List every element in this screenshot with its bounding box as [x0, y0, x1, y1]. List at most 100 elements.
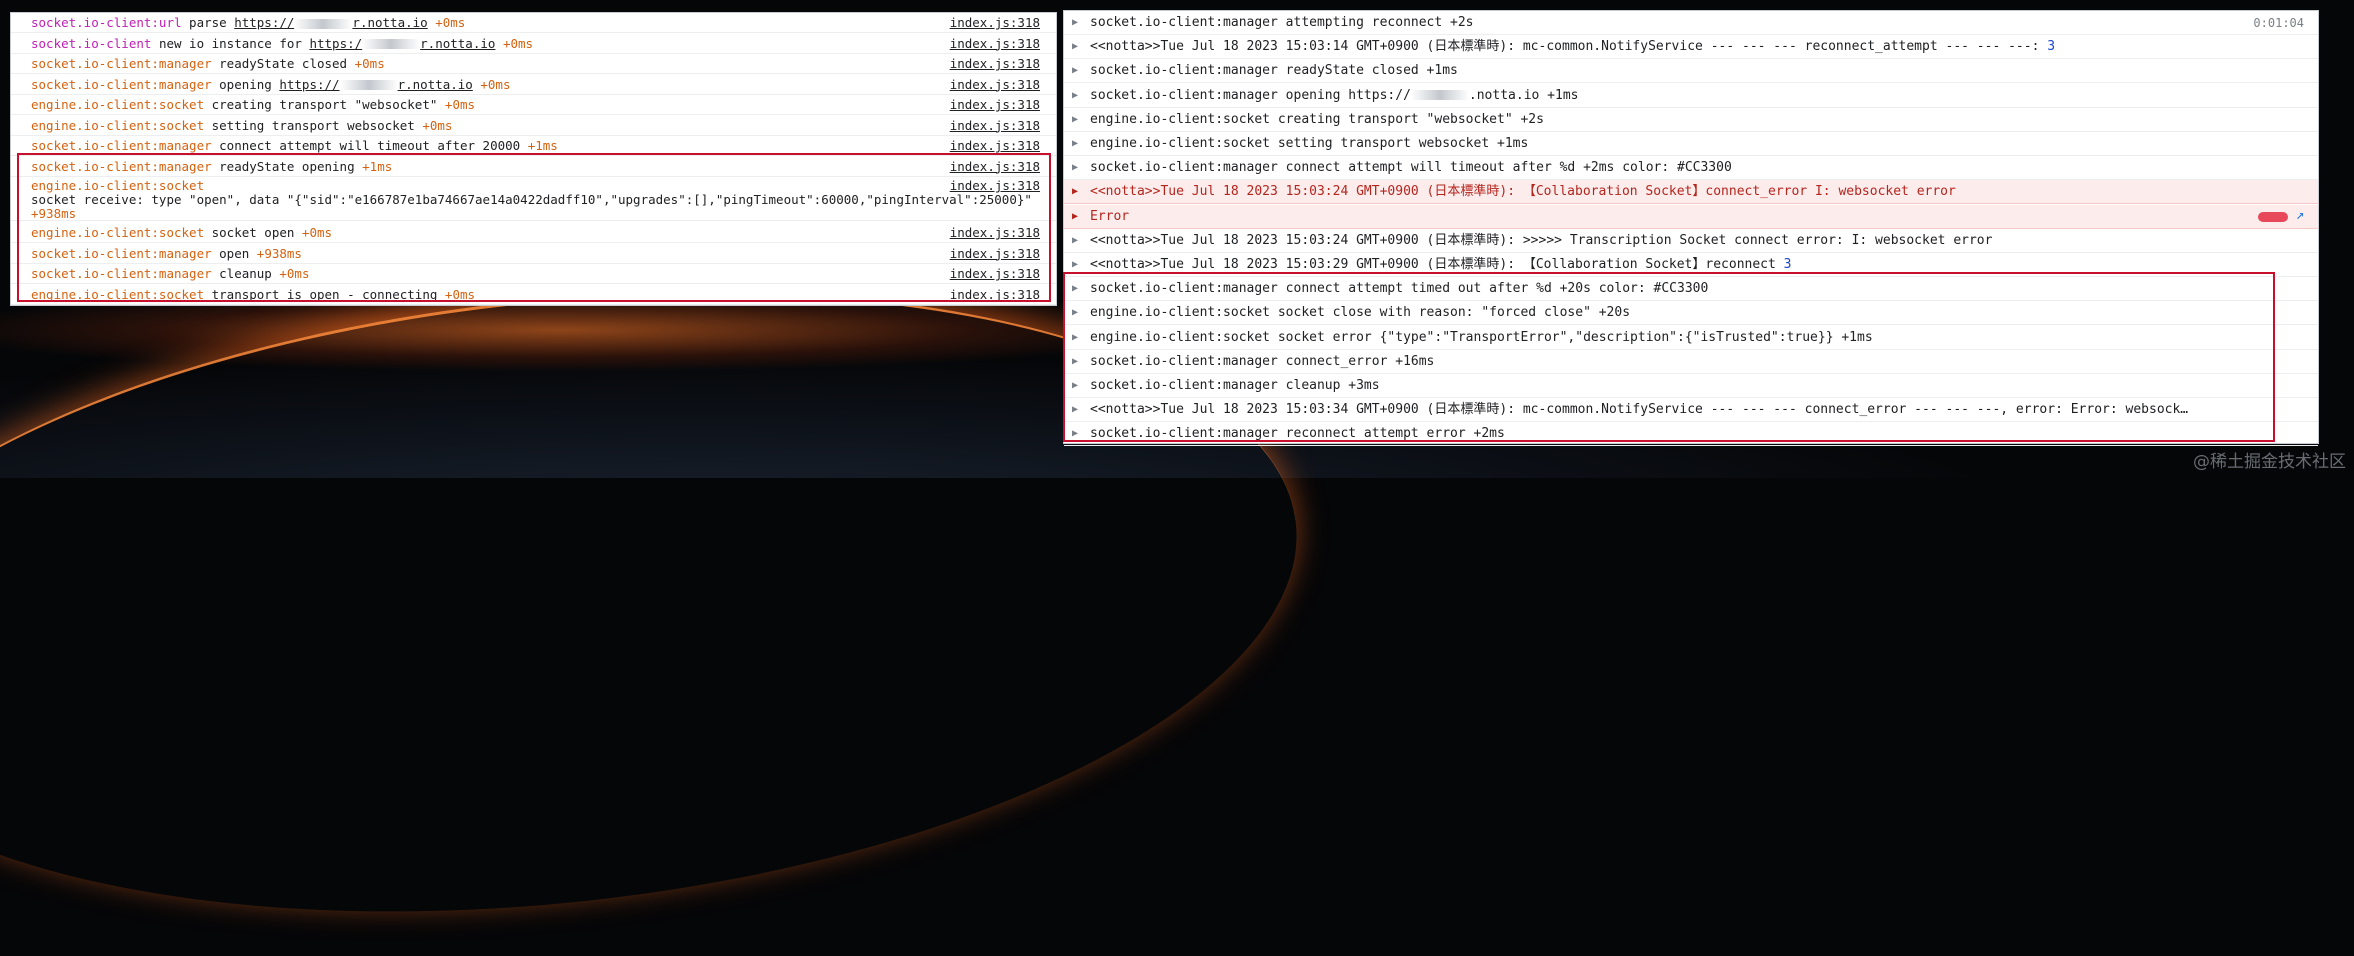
console-timestamp: 0:01:04: [2253, 16, 2304, 30]
log-row: ▶ socket.io-client:manager readyState clo…: [1064, 59, 2318, 84]
log-message: engine.io-client:socket socket error {"t…: [1090, 329, 1873, 345]
expand-arrow-icon[interactable]: ▶: [1072, 35, 1078, 58]
log-module: socket.io-client:manager: [31, 138, 212, 153]
expand-arrow-icon[interactable]: ▶: [1072, 253, 1078, 276]
expand-arrow-icon[interactable]: ▶: [1072, 326, 1078, 349]
log-message: <<notta>>Tue Jul 18 2023 15:03:24 GMT+09…: [1090, 232, 1993, 248]
log-url-tail[interactable]: r.notta.io: [398, 77, 473, 92]
source-link[interactable]: index.js:318: [945, 223, 1040, 242]
source-link[interactable]: index.js:318: [945, 136, 1040, 155]
log-time: +0ms: [427, 15, 466, 30]
expand-arrow-icon[interactable]: ▶: [1072, 229, 1078, 252]
watermark: @稀土掘金技术社区: [2193, 452, 2346, 472]
log-message: socket.io-client:manager cleanup +3ms: [1090, 378, 1380, 393]
log-message: parse: [181, 15, 235, 30]
source-link[interactable]: index.js:318: [945, 33, 1040, 53]
log-row: ▶ engine.io-client:socket creating transp…: [1064, 108, 2318, 132]
log-message: setting transport websocket: [204, 117, 415, 133]
expand-arrow-icon[interactable]: ▶: [1072, 374, 1078, 397]
expand-arrow-icon[interactable]: ▶: [1072, 180, 1078, 203]
log-url-tail[interactable]: r.notta.io: [420, 36, 495, 51]
expand-arrow-icon[interactable]: ▶: [1072, 84, 1078, 107]
expand-arrow-icon[interactable]: ▶: [1072, 11, 1078, 34]
log-message: readyState closed: [211, 56, 348, 71]
expand-arrow-icon[interactable]: ▶: [1072, 398, 1078, 421]
expand-arrow-icon[interactable]: ▶: [1072, 301, 1078, 324]
expand-arrow-icon[interactable]: ▶: [1072, 132, 1078, 155]
source-link[interactable]: index.js:318: [945, 284, 1040, 304]
log-row: engine.io-client:socket transport is ope…: [11, 284, 1056, 305]
source-link[interactable]: index.js:318: [945, 179, 1040, 193]
log-module: engine.io-client:socket: [31, 117, 205, 133]
source-link[interactable]: index.js:318: [945, 13, 1040, 32]
log-row: ▶ socket.io-client:manager opening https:…: [1064, 84, 2318, 108]
log-message: socket open: [204, 225, 295, 240]
log-row: ▶ socket.io-client:manager attempting rec…: [1064, 11, 2318, 35]
expand-arrow-icon[interactable]: ▶: [1072, 59, 1078, 82]
error-toggle[interactable]: [2258, 211, 2288, 222]
log-message: Error: [1090, 208, 1130, 224]
log-message: <<notta>>Tue Jul 18 2023 15:03:29 GMT+09…: [1090, 257, 1776, 272]
expand-arrow-icon[interactable]: ▶: [1072, 108, 1078, 131]
expand-arrow-icon[interactable]: ▶: [1072, 350, 1078, 373]
log-row: ▶ socket.io-client:manager connect attemp…: [1064, 277, 2318, 302]
log-message-tail: .notta.io +1ms: [1468, 87, 1579, 103]
log-url-tail[interactable]: r.notta.io: [352, 15, 427, 30]
log-module: socket.io-client:manager: [31, 76, 212, 92]
redacted-mask: [294, 18, 353, 29]
log-time: +0ms: [437, 97, 476, 112]
redacted-mask: [362, 39, 421, 49]
log-time: +0ms: [495, 35, 534, 51]
expand-arrow-icon[interactable]: ▶: [1072, 277, 1078, 300]
log-time: +0ms: [347, 56, 385, 71]
log-row: ▶ <<notta>>Tue Jul 18 2023 15:03:34 GMT+0…: [1064, 398, 2318, 423]
log-time: +0ms: [472, 76, 511, 92]
log-url[interactable]: https://: [279, 77, 339, 92]
log-time: +0ms: [414, 117, 453, 133]
log-time: +0ms: [294, 225, 333, 240]
log-row: socket.io-client:manager readyState clos…: [11, 54, 1056, 74]
log-message: <<notta>>Tue Jul 18 2023 15:03:24 GMT+09…: [1090, 184, 1956, 200]
expand-arrow-icon[interactable]: ▶: [1072, 205, 1078, 228]
log-row-multiline: engine.io-client:socket socket receive: t…: [11, 177, 1056, 221]
log-row: socket.io-client:manager connect attempt…: [11, 136, 1056, 156]
expand-arrow-icon[interactable]: ▶: [1072, 422, 1078, 445]
source-link[interactable]: index.js:318: [945, 115, 1040, 135]
source-link[interactable]: index.js:318: [945, 54, 1040, 73]
log-row: ▶ socket.io-client:manager reconnect atte…: [1064, 422, 2318, 447]
source-link[interactable]: index.js:318: [945, 74, 1040, 94]
source-link[interactable]: index.js:318: [945, 95, 1040, 114]
log-message: new io instance for: [151, 35, 310, 51]
log-message: engine.io-client:socket socket close wit…: [1090, 305, 1631, 321]
log-time: +1ms: [354, 158, 393, 174]
left-console-panel: socket.io-client:url parse https:// r.not…: [10, 12, 1057, 306]
log-row: ▶ engine.io-client:socket socket close wi…: [1064, 301, 2318, 326]
log-time: +938ms: [31, 206, 77, 221]
log-message: engine.io-client:socket setting transpor…: [1090, 136, 1529, 151]
log-row: ▶ <<notta>>Tue Jul 18 2023 15:03:29 GMT+0…: [1064, 253, 2318, 277]
error-row: ▶ Error ↗: [1064, 204, 2318, 229]
source-link[interactable]: index.js:318: [945, 243, 1040, 263]
log-row: ▶ socket.io-client:manager connect attemp…: [1064, 156, 2318, 181]
log-message: socket.io-client:manager attempting reco…: [1090, 15, 1474, 30]
open-external-icon[interactable]: ↗: [2296, 208, 2310, 222]
expand-arrow-icon[interactable]: ▶: [1072, 156, 1078, 179]
log-module: socket.io-client: [31, 35, 152, 51]
source-link[interactable]: index.js:318: [945, 264, 1040, 283]
log-url[interactable]: https://: [234, 15, 294, 30]
log-time: +0ms: [271, 266, 310, 281]
source-link[interactable]: index.js:318: [945, 156, 1040, 176]
right-console-panel: ▶ socket.io-client:manager attempting rec…: [1063, 10, 2319, 447]
log-message: socket receive: type "open", data "{"sid…: [31, 192, 1032, 207]
log-message: socket.io-client:manager readyState clos…: [1090, 63, 1458, 79]
log-row: ▶ engine.io-client:socket socket error {"…: [1064, 326, 2318, 350]
log-module: engine.io-client:socket: [31, 286, 205, 302]
log-url[interactable]: https:/: [309, 36, 362, 51]
log-time: +1ms: [520, 138, 558, 153]
log-row: socket.io-client:url parse https:// r.not…: [11, 13, 1056, 33]
log-count: 3: [1775, 257, 1792, 272]
log-row: socket.io-client:manager opening https:/…: [11, 74, 1056, 95]
log-time: +0ms: [437, 286, 476, 302]
log-module: engine.io-client:socket: [31, 97, 205, 112]
log-row: engine.io-client:socket setting transpor…: [11, 115, 1056, 136]
